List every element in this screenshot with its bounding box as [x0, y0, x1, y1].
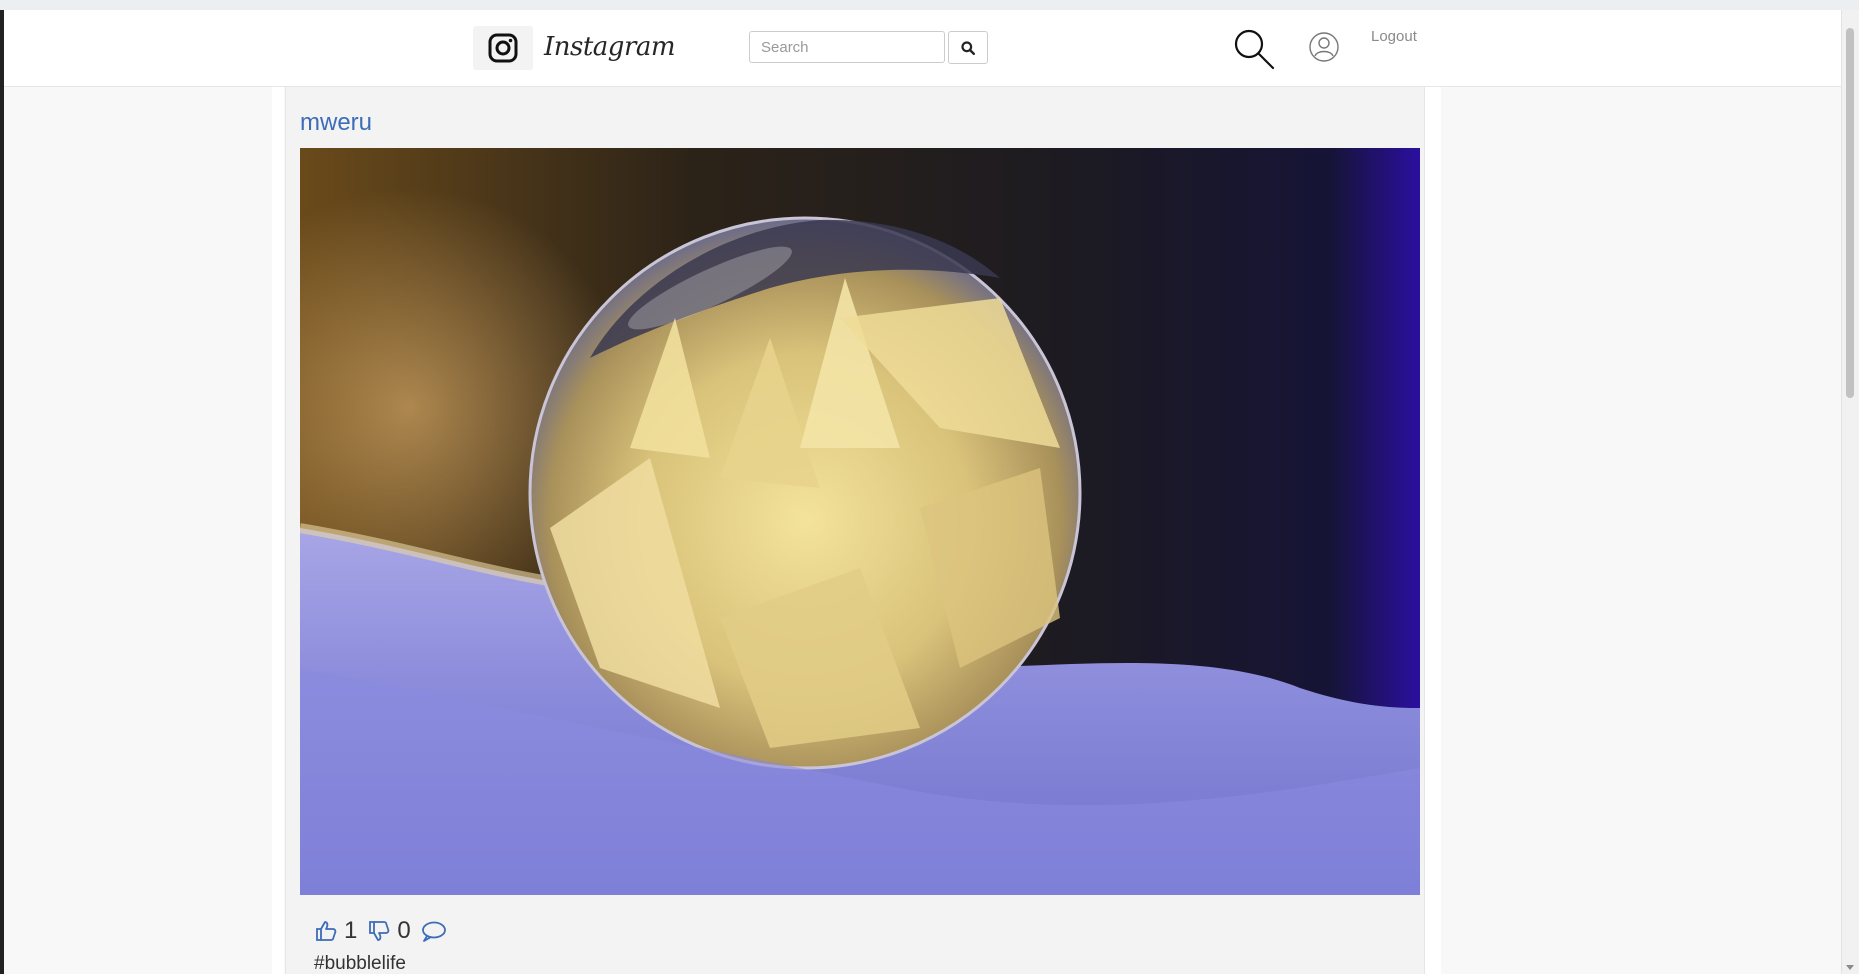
instagram-logo-icon[interactable]	[473, 26, 533, 70]
post-image[interactable]	[300, 148, 1420, 895]
right-gutter	[1425, 87, 1441, 974]
post-username[interactable]: mweru	[300, 109, 372, 137]
magnifier-icon[interactable]	[1232, 27, 1276, 71]
thumbs-up-icon[interactable]	[314, 919, 338, 943]
user-profile-icon[interactable]	[1307, 30, 1341, 64]
post-caption: #bubblelife	[314, 953, 406, 974]
post-card: mweru 1 0 #bubblelife	[285, 87, 1425, 974]
likes-count: 1	[344, 917, 358, 944]
navbar: Instagram Logout	[4, 10, 1842, 87]
page-content: mweru 1 0 #bubblelife	[4, 87, 1842, 974]
search-button[interactable]	[948, 31, 988, 64]
comment-icon[interactable]	[421, 920, 447, 942]
page-scrollbar[interactable]	[1841, 10, 1859, 974]
left-gutter	[272, 87, 284, 974]
search-input[interactable]	[749, 31, 945, 63]
post-actions: 1 0	[314, 915, 447, 947]
logout-link[interactable]: Logout	[1371, 28, 1417, 45]
dislikes-count: 0	[397, 917, 411, 944]
brand-name[interactable]: Instagram	[544, 30, 676, 64]
search-icon	[961, 40, 975, 55]
thumbs-down-icon[interactable]	[367, 919, 391, 943]
scrollbar-thumb[interactable]	[1846, 28, 1854, 398]
scroll-down-arrow-icon[interactable]	[1846, 965, 1854, 970]
